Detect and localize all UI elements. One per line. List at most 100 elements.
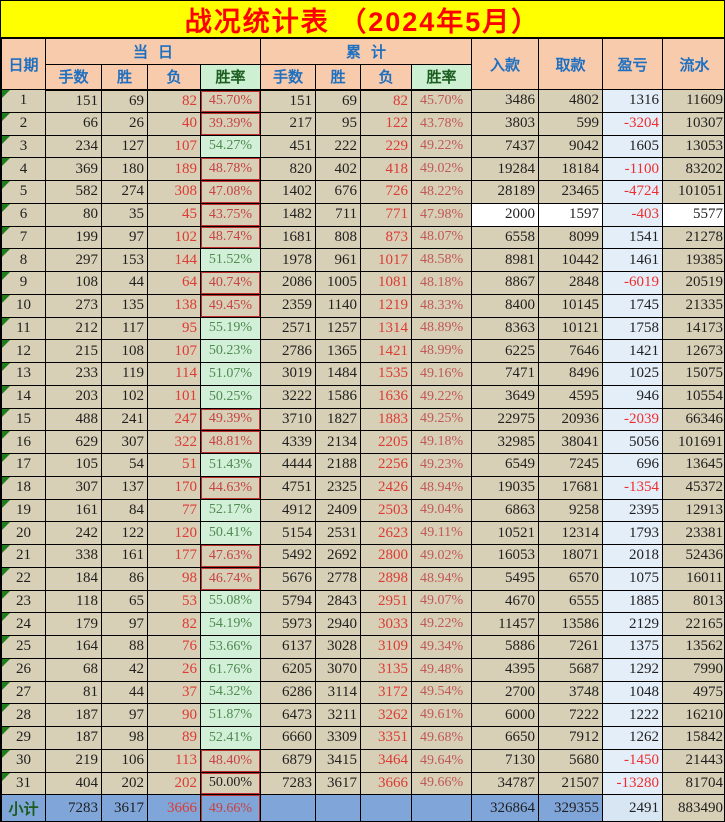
cum-hands-cell[interactable]: 2086	[261, 272, 316, 295]
cum-hands-cell[interactable]: 4444	[261, 454, 316, 477]
cum-winrate-cell[interactable]: 48.94%	[412, 476, 472, 499]
cum-wins-cell[interactable]: 2692	[316, 545, 361, 568]
deposit-cell[interactable]: 6650	[472, 727, 539, 750]
profit-cell[interactable]: -4724	[603, 181, 663, 204]
cum-wins-cell[interactable]: 1005	[316, 272, 361, 295]
withdraw-cell[interactable]: 9258	[539, 499, 603, 522]
today-winrate-cell[interactable]: 46.74%	[201, 567, 261, 590]
cum-winrate-cell[interactable]: 49.61%	[412, 704, 472, 727]
today-losses-cell[interactable]: 120	[148, 522, 201, 545]
cum-winrate-cell[interactable]: 49.66%	[412, 772, 472, 795]
flow-cell[interactable]: 12673	[663, 340, 725, 363]
today-winrate-cell[interactable]: 51.43%	[201, 454, 261, 477]
flow-cell[interactable]: 81704	[663, 772, 725, 795]
profit-cell[interactable]: 1793	[603, 522, 663, 545]
day-cell[interactable]: 21	[2, 545, 46, 568]
today-hands-cell[interactable]: 369	[46, 158, 102, 181]
today-winrate-cell[interactable]: 49.39%	[201, 408, 261, 431]
today-wins-cell[interactable]: 127	[102, 135, 148, 158]
cum-wins-cell[interactable]: 1140	[316, 294, 361, 317]
withdraw-cell[interactable]: 5687	[539, 658, 603, 681]
subtotal-today-losses[interactable]: 3666	[148, 795, 201, 822]
profit-cell[interactable]: 1885	[603, 590, 663, 613]
today-winrate-cell[interactable]: 47.63%	[201, 545, 261, 568]
today-winrate-cell[interactable]: 48.78%	[201, 158, 261, 181]
cum-winrate-cell[interactable]: 49.68%	[412, 727, 472, 750]
today-winrate-cell[interactable]: 61.76%	[201, 658, 261, 681]
day-cell[interactable]: 12	[2, 340, 46, 363]
deposit-cell[interactable]: 10521	[472, 522, 539, 545]
cum-hands-cell[interactable]: 5492	[261, 545, 316, 568]
today-winrate-cell[interactable]: 48.74%	[201, 226, 261, 249]
today-winrate-cell[interactable]: 51.87%	[201, 704, 261, 727]
cum-wins-cell[interactable]: 3415	[316, 749, 361, 772]
cum-hands-cell[interactable]: 3222	[261, 385, 316, 408]
cum-hands-cell[interactable]: 1978	[261, 249, 316, 272]
deposit-cell[interactable]: 5886	[472, 636, 539, 659]
cum-winrate-cell[interactable]: 49.54%	[412, 681, 472, 704]
today-losses-cell[interactable]: 144	[148, 249, 201, 272]
withdraw-cell[interactable]: 7646	[539, 340, 603, 363]
withdraw-cell[interactable]: 21507	[539, 772, 603, 795]
cum-winrate-cell[interactable]: 49.18%	[412, 431, 472, 454]
profit-cell[interactable]: -13280	[603, 772, 663, 795]
today-losses-cell[interactable]: 170	[148, 476, 201, 499]
cum-winrate-cell[interactable]: 49.23%	[412, 454, 472, 477]
cum-losses-cell[interactable]: 122	[361, 112, 412, 135]
day-cell[interactable]: 1	[2, 90, 46, 113]
cum-wins-cell[interactable]: 961	[316, 249, 361, 272]
today-hands-cell[interactable]: 108	[46, 272, 102, 295]
withdraw-cell[interactable]: 599	[539, 112, 603, 135]
profit-cell[interactable]: 1541	[603, 226, 663, 249]
deposit-cell[interactable]: 16053	[472, 545, 539, 568]
today-wins-cell[interactable]: 180	[102, 158, 148, 181]
today-hands-cell[interactable]: 215	[46, 340, 102, 363]
cum-wins-cell[interactable]: 2778	[316, 567, 361, 590]
today-winrate-cell[interactable]: 52.17%	[201, 499, 261, 522]
day-cell[interactable]: 9	[2, 272, 46, 295]
withdraw-cell[interactable]: 6570	[539, 567, 603, 590]
cum-hands-cell[interactable]: 6286	[261, 681, 316, 704]
today-hands-cell[interactable]: 187	[46, 704, 102, 727]
today-losses-cell[interactable]: 89	[148, 727, 201, 750]
today-hands-cell[interactable]: 234	[46, 135, 102, 158]
deposit-cell[interactable]: 22975	[472, 408, 539, 431]
today-hands-cell[interactable]: 297	[46, 249, 102, 272]
deposit-cell[interactable]: 3649	[472, 385, 539, 408]
flow-cell[interactable]: 21335	[663, 294, 725, 317]
withdraw-cell[interactable]: 3748	[539, 681, 603, 704]
flow-cell[interactable]: 10307	[663, 112, 725, 135]
cum-wins-cell[interactable]: 1827	[316, 408, 361, 431]
cum-wins-cell[interactable]: 3617	[316, 772, 361, 795]
today-winrate-cell[interactable]: 43.75%	[201, 203, 261, 226]
today-hands-cell[interactable]: 164	[46, 636, 102, 659]
cum-winrate-cell[interactable]: 43.78%	[412, 112, 472, 135]
deposit-cell[interactable]: 5495	[472, 567, 539, 590]
today-hands-cell[interactable]: 118	[46, 590, 102, 613]
profit-cell[interactable]: 2129	[603, 613, 663, 636]
subtotal-withdraw[interactable]: 329355	[539, 795, 603, 822]
today-losses-cell[interactable]: 138	[148, 294, 201, 317]
cum-winrate-cell[interactable]: 47.98%	[412, 203, 472, 226]
profit-cell[interactable]: 1075	[603, 567, 663, 590]
flow-cell[interactable]: 5577	[663, 203, 725, 226]
subtotal-profit[interactable]: 2491	[603, 795, 663, 822]
flow-cell[interactable]: 23381	[663, 522, 725, 545]
today-hands-cell[interactable]: 307	[46, 476, 102, 499]
today-wins-cell[interactable]: 241	[102, 408, 148, 431]
profit-cell[interactable]: 1262	[603, 727, 663, 750]
flow-cell[interactable]: 11609	[663, 90, 725, 113]
today-wins-cell[interactable]: 135	[102, 294, 148, 317]
cum-losses-cell[interactable]: 3666	[361, 772, 412, 795]
today-winrate-cell[interactable]: 53.66%	[201, 636, 261, 659]
today-losses-cell[interactable]: 82	[148, 90, 201, 113]
cum-hands-cell[interactable]: 7283	[261, 772, 316, 795]
withdraw-cell[interactable]: 18071	[539, 545, 603, 568]
cum-wins-cell[interactable]: 95	[316, 112, 361, 135]
today-winrate-cell[interactable]: 55.19%	[201, 317, 261, 340]
day-cell[interactable]: 8	[2, 249, 46, 272]
header-today-winrate[interactable]: 胜率	[201, 65, 261, 90]
day-cell[interactable]: 20	[2, 522, 46, 545]
today-winrate-cell[interactable]: 48.81%	[201, 431, 261, 454]
today-wins-cell[interactable]: 108	[102, 340, 148, 363]
